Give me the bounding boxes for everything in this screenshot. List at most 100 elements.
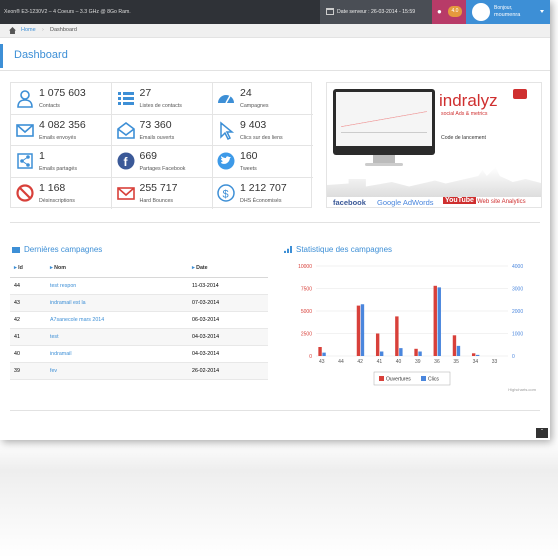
col-header-id[interactable]: ▸ Id (10, 260, 46, 278)
bar-ouvertures (356, 305, 361, 356)
cell-date: 07-03-2014 (188, 294, 268, 312)
chevron-down-icon (540, 10, 544, 13)
facebook-icon: f (116, 151, 136, 171)
table-row[interactable]: 44 test respon 11-03-2014 (10, 277, 268, 295)
cell-name[interactable]: indramail (46, 345, 188, 363)
y-left-tick: 7500 (301, 287, 312, 293)
stat-value: 1 (39, 150, 45, 162)
server-date-block: Date serveur : 26-03-2014 - 15:59 (320, 0, 432, 24)
legend-swatch (421, 376, 426, 381)
campaign-link[interactable]: fev (50, 368, 57, 374)
city-skyline (327, 167, 541, 197)
indralyz-ad[interactable]: indralyz social Ads & metrics Code de la… (326, 82, 542, 208)
x-tick: 36 (434, 359, 440, 365)
brand-logo: indralyz (439, 91, 498, 110)
stat-card: 160 Tweets (212, 146, 313, 178)
cell-id: 43 (10, 294, 46, 312)
col-header-name[interactable]: ▸ Nom (46, 260, 188, 278)
app-window: Xeon® E3-1230V2 – 4 Coeurs – 3.3 GHz @ 8… (0, 0, 550, 440)
bell-icon: ● (437, 7, 442, 16)
campaigns-table: ▸ Id ▸ Nom ▸ Date 44 test respon 11-03-2… (10, 260, 268, 380)
campaign-link[interactable]: indramail (50, 351, 72, 357)
stat-card: $ 1 212 707 DHS Économisés (212, 178, 313, 210)
bar-clics (399, 348, 403, 356)
home-icon[interactable] (9, 27, 16, 34)
cell-name[interactable]: test respon (46, 277, 188, 295)
breadcrumb-separator: › (42, 27, 44, 33)
col-header-date[interactable]: ▸ Date (188, 260, 268, 278)
table-row[interactable]: 41 test 04-03-2014 (10, 328, 268, 346)
notification-count: 4.0 (448, 6, 462, 17)
table-row[interactable]: 42 A7sanecole mars 2014 06-03-2014 (10, 311, 268, 329)
partner-analytics: Web site Analytics (477, 199, 526, 205)
campaign-link[interactable]: test respon (50, 283, 76, 289)
brand-tagline: social Ads & metrics (441, 111, 488, 117)
campaign-link[interactable]: A7sanecole mars 2014 (50, 317, 104, 323)
stat-card: f 669 Partages Facebook (111, 146, 213, 178)
cell-name[interactable]: test (46, 328, 188, 346)
y-right-tick: 2000 (512, 309, 523, 315)
x-tick: 41 (377, 359, 383, 365)
x-tick: 43 (319, 359, 325, 365)
username: moumenra (494, 12, 521, 18)
breadcrumb: Home › Dashboard (0, 24, 550, 38)
x-tick: 33 (492, 359, 498, 365)
stat-label: Emails ouverts (139, 134, 175, 141)
legend-label: Clics (428, 377, 439, 383)
cell-name[interactable]: A7sanecole mars 2014 (46, 311, 188, 329)
stat-card: 1 168 Désinscriptions (11, 177, 112, 209)
list-icon (116, 88, 136, 108)
stats-grid: 1 075 603 Contacts 27 Listes de contacts… (10, 82, 313, 210)
greeting: Bonjour, (494, 5, 513, 11)
campaign-link[interactable]: indramail est la (50, 300, 86, 306)
partner-facebook: facebook (333, 198, 366, 207)
user-menu[interactable]: Bonjour, moumenra (466, 0, 550, 24)
monitor-image (333, 89, 435, 166)
bar-clics (322, 352, 326, 356)
stat-label: Clics sur des liens (240, 134, 283, 141)
cell-date: 26-02-2014 (188, 362, 268, 380)
bar-clics (475, 354, 480, 356)
bar-clics (456, 345, 461, 356)
y-right-tick: 0 (512, 354, 515, 360)
table-row[interactable]: 40 indramail 04-03-2014 (10, 345, 268, 363)
bar-ouvertures (433, 285, 437, 356)
partner-google-adwords: Google AdWords (377, 198, 434, 207)
notifications-button[interactable]: ● 4.0 (432, 0, 466, 24)
table-row[interactable]: 43 indramail est la 07-03-2014 (10, 294, 268, 312)
cell-name[interactable]: indramail est la (46, 294, 188, 312)
breadcrumb-home[interactable]: Home (21, 27, 36, 33)
bar-ouvertures (318, 347, 322, 356)
dollar-icon: $ (216, 183, 236, 203)
stat-value: 27 (139, 87, 152, 99)
bar-ouvertures (414, 348, 418, 356)
avatar (472, 3, 490, 21)
stat-value: 1 168 (39, 181, 66, 194)
cell-name[interactable]: fev (46, 362, 188, 380)
breadcrumb-current: Dashboard (50, 27, 77, 33)
dashboard-icon (216, 88, 236, 108)
stat-value: 9 403 (240, 118, 267, 131)
bar-clics (418, 351, 422, 356)
stat-value: 1 212 707 (240, 181, 287, 194)
envelope-icon (15, 120, 35, 140)
top-bar: Xeon® E3-1230V2 – 4 Coeurs – 3.3 GHz @ 8… (0, 0, 550, 24)
scroll-top-button[interactable]: ˆ (536, 428, 548, 438)
divider (10, 222, 540, 223)
y-right-tick: 1000 (512, 332, 523, 338)
launch-code: Code de lancement (441, 135, 486, 141)
bar-ouvertures (375, 333, 380, 356)
cell-date: 04-03-2014 (188, 345, 268, 363)
campaign-link[interactable]: test (50, 334, 59, 340)
stat-label: DHS Économisés (240, 197, 282, 204)
stat-label: Partages Facebook (139, 166, 186, 172)
stat-card: 9 403 Clics sur des liens (212, 115, 313, 146)
stat-card: 27 Listes de contacts (111, 83, 213, 115)
table-row[interactable]: 39 fev 26-02-2014 (10, 362, 268, 380)
envelope-icon (12, 247, 20, 253)
chart-title: Statistique des campagnes (296, 245, 393, 254)
stat-label: Listes de contacts (139, 103, 182, 109)
envelope-open-icon (116, 120, 136, 140)
y-left-tick: 5000 (301, 309, 312, 315)
divider (0, 70, 550, 71)
